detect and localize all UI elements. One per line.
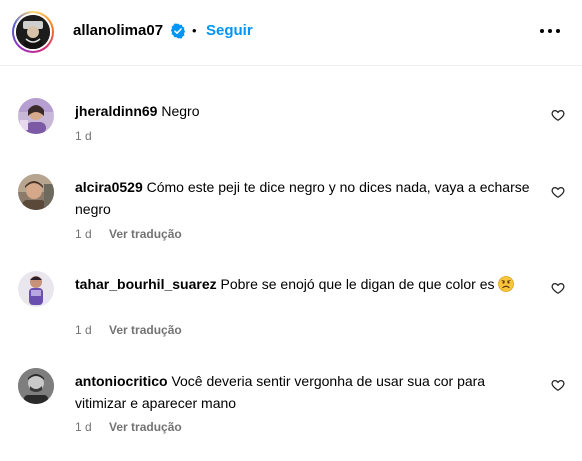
comment-meta: 1 d [75,128,106,144]
comment-username[interactable]: tahar_bourhil_suarez [75,276,217,292]
comment-body: tahar_bourhil_suarez Pobre se enojó que … [75,273,537,295]
comment-text: Negro [161,103,200,119]
commenter-avatar[interactable] [18,368,54,404]
commenter-avatar[interactable] [18,174,54,210]
profile-avatar-story-ring[interactable] [12,11,54,53]
see-translation-button[interactable]: Ver tradução [109,420,182,434]
comments-panel: allanolima07 • Seguir jheraldinn69 Negro… [0,0,582,461]
comment-time[interactable]: 1 d [75,227,92,241]
avatar [16,15,50,49]
sad-face-emoji [498,276,515,292]
comment-username[interactable]: jheraldinn69 [75,103,157,119]
commenter-avatar[interactable] [18,98,54,134]
header-username[interactable]: allanolima07 [73,21,163,41]
comment-meta: 1 d Ver tradução [75,322,182,338]
like-heart-icon[interactable] [551,281,565,295]
commenter-avatar[interactable] [18,271,54,307]
more-options-icon[interactable] [538,23,562,39]
comment-meta: 1 d Ver tradução [75,419,182,435]
comment-time[interactable]: 1 d [75,323,92,337]
separator-dot: • [192,23,197,38]
comment-username[interactable]: antoniocritico [75,373,168,389]
verified-badge-icon [170,23,186,39]
comment-text: Pobre se enojó que le digan de que color… [220,276,495,292]
like-heart-icon[interactable] [551,185,565,199]
follow-button[interactable]: Seguir [206,21,253,41]
comment-meta: 1 d Ver tradução [75,226,182,242]
comment-body: antoniocritico Você deveria sentir vergo… [75,370,537,414]
comment-body: alcira0529 Cómo este peji te dice negro … [75,176,537,220]
comment-body: jheraldinn69 Negro [75,100,537,122]
like-heart-icon[interactable] [551,108,565,122]
comment-time[interactable]: 1 d [75,129,92,143]
post-header: allanolima07 • Seguir [0,0,582,66]
see-translation-button[interactable]: Ver tradução [109,227,182,241]
see-translation-button[interactable]: Ver tradução [109,323,182,337]
comment-text: Cómo este peji te dice negro y no dices … [75,179,530,217]
like-heart-icon[interactable] [551,378,565,392]
comment-time[interactable]: 1 d [75,420,92,434]
comment-username[interactable]: alcira0529 [75,179,143,195]
